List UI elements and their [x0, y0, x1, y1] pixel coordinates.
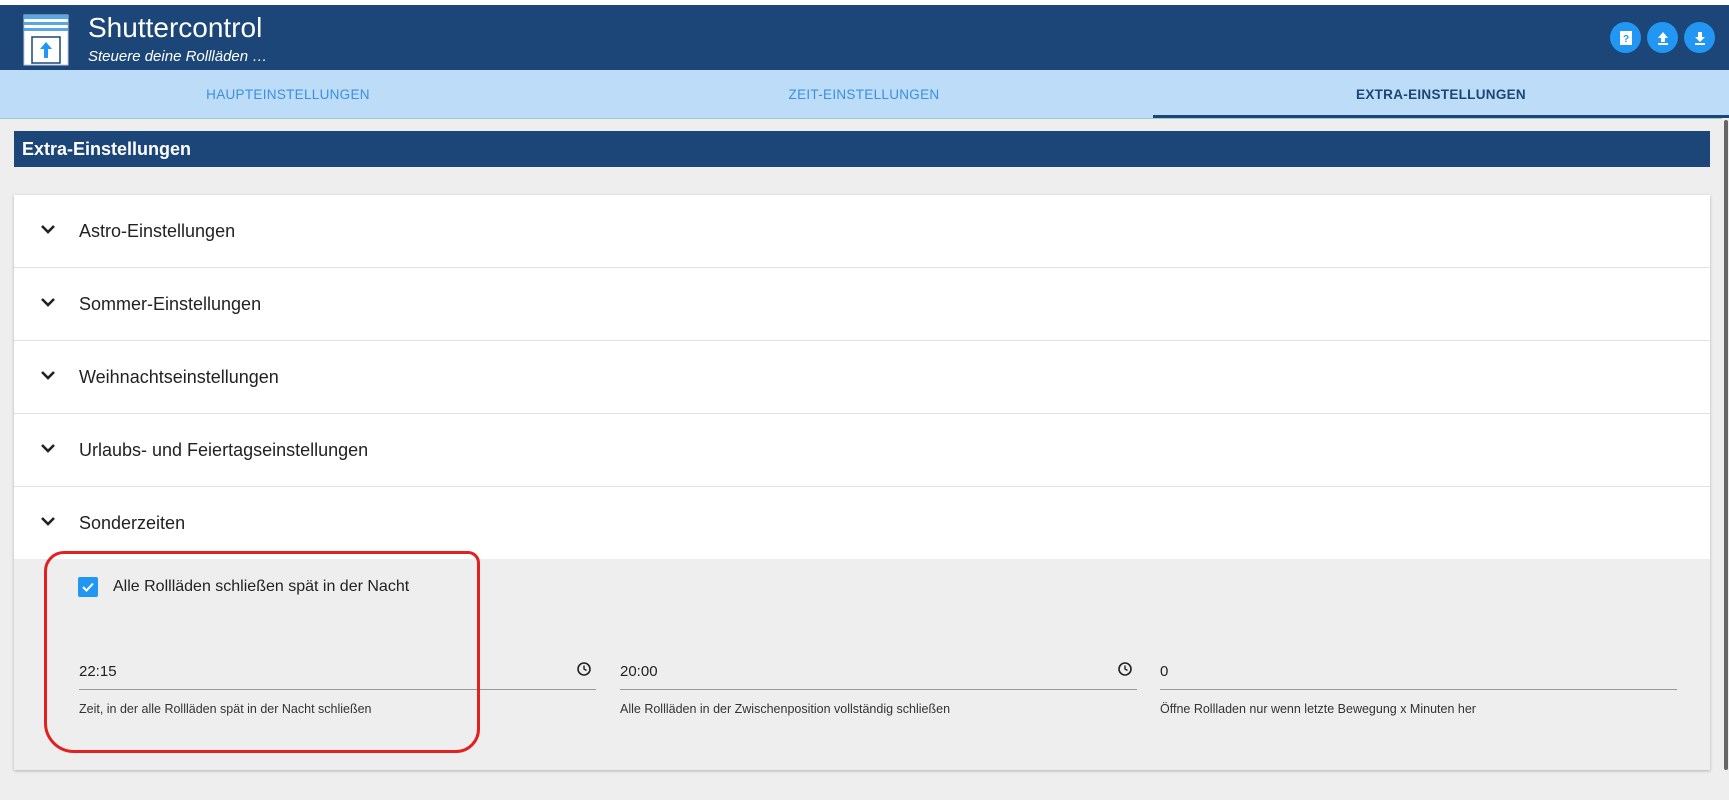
late-close-time-hint: Zeit, in der alle Rollläden spät in der … — [79, 702, 372, 716]
window-shutter-icon — [23, 14, 69, 66]
app-subtitle: Steuere deine Rollläden … — [88, 48, 268, 65]
download-icon — [1694, 31, 1705, 45]
svg-text:?: ? — [1622, 34, 1628, 45]
chevron-down-icon — [41, 517, 55, 526]
field-underline — [79, 689, 596, 690]
panel-title: Sommer-Einstellungen — [79, 293, 262, 314]
help-icon: ? — [1619, 30, 1632, 45]
field-underline — [1160, 689, 1677, 690]
panel-title: Weihnachtseinstellungen — [79, 366, 279, 387]
chevron-down-icon — [41, 298, 55, 307]
download-button[interactable] — [1684, 22, 1715, 53]
late-close-checkbox-row[interactable]: Alle Rollläden schließen spät in der Nac… — [78, 577, 409, 597]
active-tab-indicator — [1153, 115, 1729, 118]
intermediate-close-time-hint: Alle Rollläden in der Zwischenposition v… — [620, 702, 951, 716]
late-close-checkbox[interactable] — [78, 577, 98, 597]
clock-icon[interactable] — [1117, 661, 1133, 677]
upload-icon — [1657, 31, 1668, 45]
panel-weihnachtseinstellungen[interactable]: Weihnachtseinstellungen — [14, 341, 1710, 414]
checkmark-icon — [82, 582, 94, 592]
tab-extra-einstellungen[interactable]: EXTRA-EINSTELLUNGEN — [1153, 70, 1729, 118]
scrollbar-thumb[interactable] — [1724, 120, 1728, 770]
panel-title: Astro-Einstellungen — [79, 220, 236, 241]
field-underline — [620, 689, 1137, 690]
open-delay-minutes-value[interactable]: 0 — [1160, 663, 1168, 680]
panel-title: Urlaubs- und Feiertagseinstellungen — [79, 439, 369, 460]
open-delay-minutes-hint: Öffne Rollladen nur wenn letzte Bewegung… — [1160, 702, 1476, 716]
tab-zeit-einstellungen[interactable]: ZEIT-EINSTELLUNGEN — [576, 70, 1152, 118]
intermediate-close-time-value[interactable]: 20:00 — [620, 663, 658, 680]
open-delay-minutes-field[interactable]: 0 Öffne Rollladen nur wenn letzte Bewegu… — [1160, 659, 1677, 739]
clock-icon[interactable] — [576, 661, 592, 677]
section-title: Extra-Einstellungen — [14, 131, 1710, 167]
settings-panel-list: Astro-Einstellungen Sommer-Einstellungen… — [14, 195, 1710, 770]
late-close-time-field[interactable]: 22:15 Zeit, in der alle Rollläden spät i… — [79, 659, 596, 739]
panel-urlaubs-feiertagseinstellungen[interactable]: Urlaubs- und Feiertagseinstellungen — [14, 414, 1710, 487]
chevron-down-icon — [41, 225, 55, 234]
panel-title: Sonderzeiten — [79, 512, 186, 533]
panel-sonderzeiten[interactable]: Sonderzeiten — [14, 487, 1710, 559]
tab-bar: HAUPTEINSTELLUNGEN ZEIT-EINSTELLUNGEN EX… — [0, 70, 1729, 119]
chevron-down-icon — [41, 444, 55, 453]
help-button[interactable]: ? — [1610, 22, 1641, 53]
upload-button[interactable] — [1647, 22, 1678, 53]
intermediate-close-time-field[interactable]: 20:00 Alle Rollläden in der Zwischenposi… — [620, 659, 1137, 739]
late-close-time-value[interactable]: 22:15 — [79, 663, 117, 680]
app-header: Shuttercontrol Steuere deine Rollläden …… — [0, 0, 1729, 70]
sonderzeiten-content: Alle Rollläden schließen spät in der Nac… — [14, 559, 1710, 770]
panel-sommer-einstellungen[interactable]: Sommer-Einstellungen — [14, 268, 1710, 341]
tab-haupteinstellungen[interactable]: HAUPTEINSTELLUNGEN — [0, 70, 576, 118]
app-title: Shuttercontrol — [88, 12, 263, 43]
panel-astro-einstellungen[interactable]: Astro-Einstellungen — [14, 195, 1710, 268]
late-close-checkbox-label: Alle Rollläden schließen spät in der Nac… — [113, 578, 410, 595]
chevron-down-icon — [41, 371, 55, 380]
